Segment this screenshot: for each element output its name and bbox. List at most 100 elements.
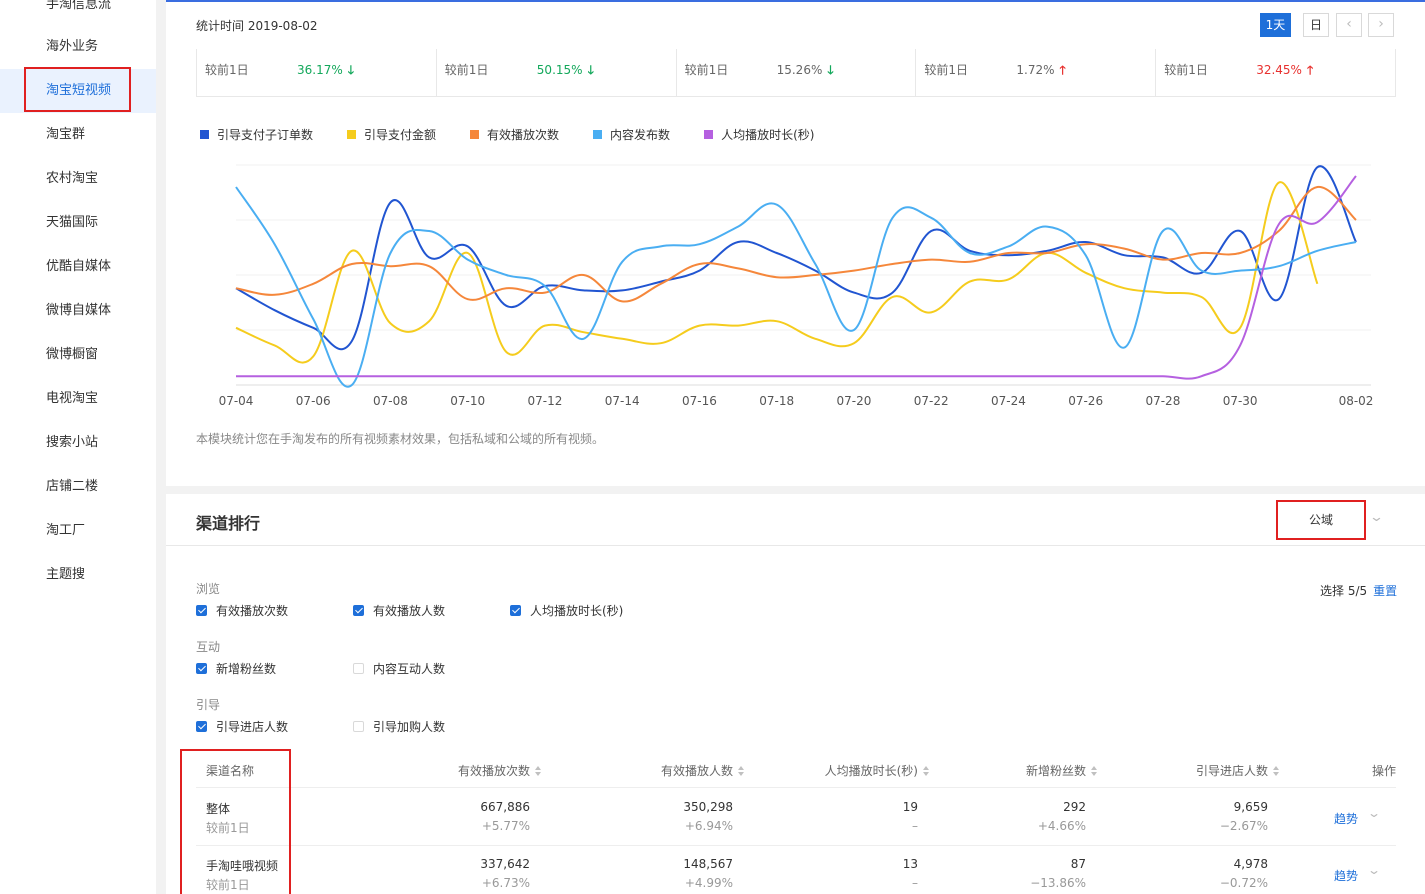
sort-icon[interactable] <box>535 766 541 777</box>
reset-link[interactable]: 重置 <box>1373 584 1397 598</box>
x-tick-label: 08-02 <box>1339 394 1374 408</box>
sidebar-item-shoutao-feed[interactable]: 手淘信息流 <box>0 0 156 27</box>
sidebar-item-rural-taobao[interactable]: 农村淘宝 <box>0 157 156 201</box>
sidebar-item-search-station[interactable]: 搜索小站 <box>0 421 156 465</box>
checkbox-checked-icon <box>196 605 207 616</box>
group-label-browse: 浏览 <box>196 582 221 596</box>
col-header-new-fans[interactable]: 新增粉丝数 <box>1026 762 1097 779</box>
checkbox-checked-icon <box>353 605 364 616</box>
checkbox-checked-icon <box>196 721 207 732</box>
row-plays-change: +6.73% <box>481 876 530 890</box>
chevron-down-icon[interactable]: ⌄ <box>1369 510 1384 525</box>
sidebar-item-weibo-showcase[interactable]: 微博橱窗 <box>0 333 156 377</box>
col-header-plays[interactable]: 有效播放次数 <box>458 762 541 779</box>
series-line-2 <box>235 181 1319 364</box>
channel-name-highlight <box>180 749 291 894</box>
sort-icon[interactable] <box>923 766 929 777</box>
sidebar-item-theme-search[interactable]: 主题搜 <box>0 553 156 597</box>
checkbox-content-interact[interactable]: 内容互动人数 <box>353 660 445 677</box>
checkbox-label: 引导加购人数 <box>373 720 446 734</box>
x-tick-label: 07-04 <box>219 394 254 408</box>
checkbox-valid-plays[interactable]: 有效播放次数 <box>196 602 288 619</box>
row-avg-duration-change: – <box>912 819 918 833</box>
checkbox-label: 有效播放次数 <box>216 604 289 618</box>
x-tick-label: 07-14 <box>605 394 640 408</box>
chevron-down-icon[interactable]: ⌄ <box>1367 806 1381 820</box>
row-new-fans-change: +4.66% <box>1037 819 1086 833</box>
row-store-visits: 4,978 <box>1233 857 1268 871</box>
trend-link[interactable]: 趋势 <box>1334 810 1358 827</box>
sidebar-item-taofactory[interactable]: 淘工厂 <box>0 509 156 553</box>
sidebar-item-taobao-group[interactable]: 淘宝群 <box>0 113 156 157</box>
row-new-fans: 292 <box>1063 800 1086 814</box>
col-header-store-visits[interactable]: 引导进店人数 <box>1196 762 1279 779</box>
row-avg-duration: 13 <box>902 857 918 871</box>
sidebar-item-tmall-global[interactable]: 天猫国际 <box>0 201 156 245</box>
row-new-fans: 87 <box>1070 857 1086 871</box>
sort-icon[interactable] <box>1273 766 1279 777</box>
divider <box>166 545 1425 546</box>
line-chart: 07-04 07-06 07-08 07-10 07-12 07-14 07-16 07-18… <box>219 164 1374 408</box>
row-store-visits: 9,659 <box>1233 800 1268 814</box>
x-tick-label: 07-22 <box>914 394 949 408</box>
row-plays: 337,642 <box>480 857 530 871</box>
checkbox-label: 人均播放时长(秒) <box>530 604 624 618</box>
select-count: 选择 5/5 重置 <box>1320 584 1398 598</box>
checkbox-checked-icon <box>510 605 521 616</box>
group-label-guide: 引导 <box>196 698 221 712</box>
col-header-viewers[interactable]: 有效播放人数 <box>661 762 744 779</box>
chevron-down-icon[interactable]: ⌄ <box>1367 863 1381 877</box>
series-line-1 <box>235 165 1357 351</box>
row-store-visits-change: −0.72% <box>1219 876 1268 890</box>
col-header-actions: 操作 <box>1371 764 1396 778</box>
row-avg-duration-change: – <box>912 876 918 890</box>
checkbox-store-visits[interactable]: 引导进店人数 <box>196 718 288 735</box>
scope-select[interactable]: 公域 <box>1276 500 1366 540</box>
x-tick-label: 07-28 <box>1145 394 1180 408</box>
row-viewers: 148,567 <box>683 857 733 871</box>
row-viewers-change: +4.99% <box>684 876 733 890</box>
channel-ranking-panel: 渠道排行 公域 ⌄ 浏览 有效播放次数 有效播放人数 人均播放时长(秒) 互动 … <box>166 494 1425 894</box>
row-viewers: 350,298 <box>683 800 733 814</box>
sidebar-item-shop-second-floor[interactable]: 店铺二楼 <box>0 465 156 509</box>
chart-note: 本模块统计您在手淘发布的所有视频素材效果，包括私域和公域的所有视频。 <box>196 432 605 446</box>
sort-icon[interactable] <box>738 766 744 777</box>
trend-link[interactable]: 趋势 <box>1334 867 1358 884</box>
divider <box>196 845 1396 846</box>
x-tick-label: 07-20 <box>836 394 871 408</box>
group-label-interact: 互动 <box>196 640 221 654</box>
sidebar-item-overseas[interactable]: 海外业务 <box>0 25 156 69</box>
sidebar: 手淘信息流 海外业务 淘宝短视频 淘宝群 农村淘宝 天猫国际 优酷自媒体 微博自… <box>0 0 156 894</box>
x-tick-label: 07-10 <box>450 394 485 408</box>
checkbox-label: 引导进店人数 <box>216 720 289 734</box>
x-tick-label: 07-24 <box>991 394 1026 408</box>
checkbox-label: 新增粉丝数 <box>216 662 277 676</box>
series-line-3 <box>235 186 1357 303</box>
checkbox-label: 有效播放人数 <box>373 604 446 618</box>
row-avg-duration: 19 <box>902 800 918 814</box>
checkbox-add-cart[interactable]: 引导加购人数 <box>353 718 445 735</box>
sort-icon[interactable] <box>1091 766 1097 777</box>
checkbox-avg-duration[interactable]: 人均播放时长(秒) <box>510 602 623 619</box>
row-viewers-change: +6.94% <box>684 819 733 833</box>
row-plays: 667,886 <box>480 800 530 814</box>
row-store-visits-change: −2.67% <box>1219 819 1268 833</box>
series-line-4 <box>235 186 1357 388</box>
active-item-highlight <box>24 67 131 112</box>
x-tick-label: 07-26 <box>1068 394 1103 408</box>
overview-panel: 统计时间 2019-08-02 1天 日 ‹ › 较前1日 36.17% 🡓 较前… <box>166 0 1425 486</box>
col-header-avg-duration[interactable]: 人均播放时长(秒) <box>825 762 929 779</box>
row-new-fans-change: −13.86% <box>1030 876 1086 890</box>
x-tick-label: 07-12 <box>528 394 563 408</box>
checkbox-valid-viewers[interactable]: 有效播放人数 <box>353 602 445 619</box>
sidebar-item-tv-taobao[interactable]: 电视淘宝 <box>0 377 156 421</box>
x-tick-label: 07-18 <box>759 394 794 408</box>
section-title: 渠道排行 <box>196 514 261 533</box>
checkbox-unchecked-icon <box>353 721 364 732</box>
x-tick-label: 07-06 <box>296 394 331 408</box>
divider <box>196 787 1396 788</box>
checkbox-unchecked-icon <box>353 663 364 674</box>
checkbox-new-fans[interactable]: 新增粉丝数 <box>196 660 276 677</box>
sidebar-item-weibo-media[interactable]: 微博自媒体 <box>0 289 156 333</box>
sidebar-item-youku-media[interactable]: 优酷自媒体 <box>0 245 156 289</box>
